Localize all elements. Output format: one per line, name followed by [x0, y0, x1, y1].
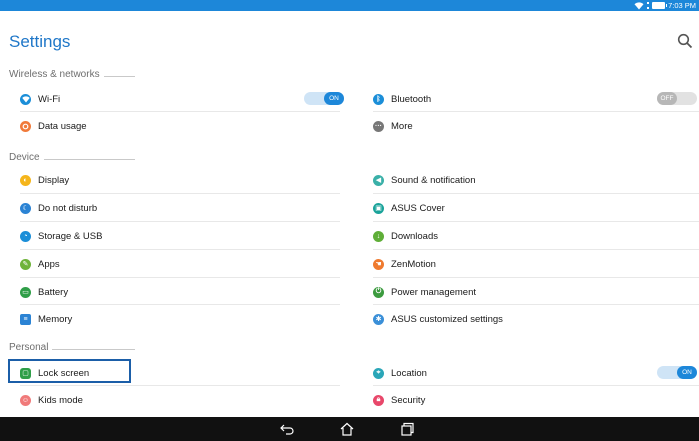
section-rule: [103, 76, 135, 77]
setting-label: Power management: [391, 286, 477, 298]
setting-display[interactable]: ◐ Display: [20, 168, 340, 192]
search-icon[interactable]: [677, 33, 693, 49]
setting-battery[interactable]: ▭ Battery: [20, 280, 340, 304]
recent-apps-icon[interactable]: [399, 422, 415, 436]
setting-label: Sound & notification: [391, 174, 476, 186]
more-icon: ···: [373, 120, 384, 132]
section-rule: [43, 159, 135, 160]
setting-bluetooth[interactable]: ᛒ Bluetooth: [373, 87, 693, 111]
bluetooth-toggle[interactable]: OFF: [657, 92, 697, 105]
setting-label: Data usage: [38, 120, 87, 132]
battery-icon: [652, 2, 668, 9]
page-title: Settings: [9, 32, 71, 51]
setting-data-usage[interactable]: Data usage: [20, 114, 340, 138]
setting-label: Security: [391, 394, 426, 406]
setting-sound[interactable]: ◀ Sound & notification: [373, 168, 693, 192]
toggle-knob: ON: [324, 92, 344, 105]
zenmotion-icon: ☚: [373, 258, 384, 270]
apps-icon: ✎: [20, 258, 31, 270]
section-rule: [52, 349, 135, 350]
row-divider: [20, 221, 340, 222]
row-divider: [20, 249, 340, 250]
setting-label: ASUS customized settings: [391, 313, 503, 325]
wifi-toggle[interactable]: ON: [304, 92, 344, 105]
signal-dots-icon: [647, 2, 650, 9]
row-divider: [373, 304, 699, 305]
setting-downloads[interactable]: ↓ Downloads: [373, 224, 693, 248]
home-icon[interactable]: [339, 422, 355, 436]
storage-icon: ◔: [20, 230, 31, 242]
navigation-bar: [0, 417, 699, 441]
setting-label: ZenMotion: [391, 258, 436, 270]
bluetooth-icon: ᛒ: [373, 93, 384, 105]
section-label: Device: [9, 152, 40, 163]
row-divider: [373, 277, 699, 278]
setting-label: Battery: [38, 286, 69, 298]
setting-power-management[interactable]: ⏻ Power management: [373, 280, 693, 304]
security-lock-icon: 🔒︎: [373, 394, 384, 406]
sound-icon: ◀: [373, 174, 384, 186]
setting-do-not-disturb[interactable]: ☾ Do not disturb: [20, 196, 340, 220]
setting-label: ASUS Cover: [391, 202, 445, 214]
row-divider: [373, 193, 699, 194]
section-header-personal: Personal: [9, 342, 699, 353]
row-divider: [20, 385, 340, 386]
setting-security[interactable]: 🔒︎ Security: [373, 388, 693, 412]
setting-label: More: [391, 120, 413, 132]
setting-apps[interactable]: ✎ Apps: [20, 252, 340, 276]
setting-label: Wi-Fi: [38, 93, 61, 105]
memory-icon: ≡: [20, 313, 31, 325]
row-divider: [373, 385, 699, 386]
row-divider: [373, 249, 699, 250]
toggle-knob: ON: [677, 366, 697, 379]
display-icon: ◐: [20, 174, 31, 186]
location-toggle[interactable]: ON: [657, 366, 697, 379]
asus-customized-icon: ✱: [373, 313, 384, 325]
setting-kids-mode[interactable]: ☺ Kids mode: [20, 388, 340, 412]
section-header-wireless: Wireless & networks: [9, 69, 699, 80]
battery-setting-icon: ▭: [20, 286, 31, 298]
row-divider: [373, 221, 699, 222]
section-label: Personal: [9, 342, 49, 353]
section-header-device: Device: [9, 152, 699, 163]
setting-label: Kids mode: [38, 394, 83, 406]
asus-cover-icon: ▣: [373, 202, 384, 214]
setting-label: Downloads: [391, 230, 438, 242]
location-icon: ⌖: [373, 367, 384, 379]
setting-location[interactable]: ⌖ Location: [373, 361, 693, 385]
setting-asus-customized[interactable]: ✱ ASUS customized settings: [373, 307, 693, 331]
toggle-knob: OFF: [657, 92, 677, 105]
setting-label: Display: [38, 174, 70, 186]
setting-storage[interactable]: ◔ Storage & USB: [20, 224, 340, 248]
wifi-signal-icon: [634, 1, 644, 9]
row-divider: [20, 304, 340, 305]
setting-label: Storage & USB: [38, 230, 103, 242]
setting-wifi[interactable]: Wi-Fi: [20, 87, 340, 111]
back-icon[interactable]: [279, 422, 295, 436]
data-usage-icon: [20, 120, 31, 132]
row-divider: [20, 277, 340, 278]
setting-asus-cover[interactable]: ▣ ASUS Cover: [373, 196, 693, 220]
row-divider: [20, 111, 340, 112]
row-divider: [20, 193, 340, 194]
setting-label: Do not disturb: [38, 202, 98, 214]
kids-mode-icon: ☺: [20, 394, 31, 406]
section-label: Wireless & networks: [9, 69, 100, 80]
wifi-icon: [20, 93, 31, 105]
setting-label: Location: [391, 367, 427, 379]
setting-memory[interactable]: ≡ Memory: [20, 307, 340, 331]
setting-label: Memory: [38, 313, 73, 325]
selection-highlight: [8, 359, 131, 383]
setting-label: Apps: [38, 258, 60, 270]
status-time: 7:03 PM: [668, 1, 696, 10]
setting-label: Bluetooth: [391, 93, 432, 105]
setting-zenmotion[interactable]: ☚ ZenMotion: [373, 252, 693, 276]
power-management-icon: ⏻: [373, 286, 384, 298]
row-divider: [373, 111, 699, 112]
app-bar: Settings: [0, 11, 699, 66]
setting-more[interactable]: ··· More: [373, 114, 693, 138]
downloads-icon: ↓: [373, 230, 384, 242]
do-not-disturb-icon: ☾: [20, 202, 31, 214]
status-bar: 7:03 PM: [0, 0, 699, 11]
